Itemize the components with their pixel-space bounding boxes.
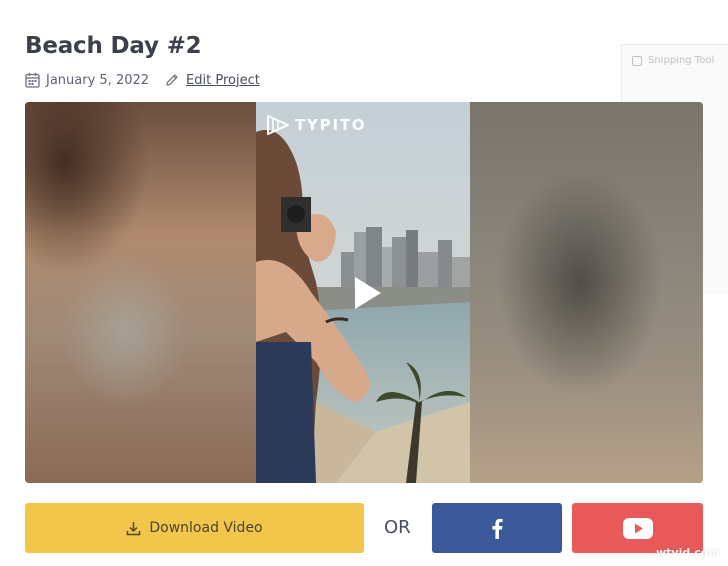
download-video-label: Download Video [149,520,263,536]
calendar-icon [25,72,40,88]
or-separator: OR [384,517,411,538]
facebook-f-icon [492,518,503,539]
typito-logo: TYPITO [266,114,366,136]
youtube-play-icon [622,517,653,539]
film-strip-icon [267,115,289,135]
project-meta: January 5, 2022 Edit Project [25,71,260,89]
download-video-button[interactable]: Download Video [25,503,364,553]
video-player[interactable]: TYPITO [25,102,703,483]
edit-project-link[interactable]: Edit Project [186,73,260,88]
pencil-icon [166,74,178,86]
scissors-icon [632,55,642,66]
download-icon [127,521,141,535]
play-icon[interactable] [353,275,383,311]
blurred-backdrop-left [25,102,256,483]
snipping-tool-title: Snipping Tool [648,55,715,66]
share-facebook-button[interactable] [432,503,562,553]
snipping-tool-label: Snipping Tool [632,55,714,66]
project-date: January 5, 2022 [46,72,150,88]
project-title: Beach Day #2 [25,33,202,59]
watermark-text: wtvid.com [656,546,720,559]
typito-wordmark: TYPITO [295,116,367,134]
blurred-backdrop-right [470,102,703,483]
